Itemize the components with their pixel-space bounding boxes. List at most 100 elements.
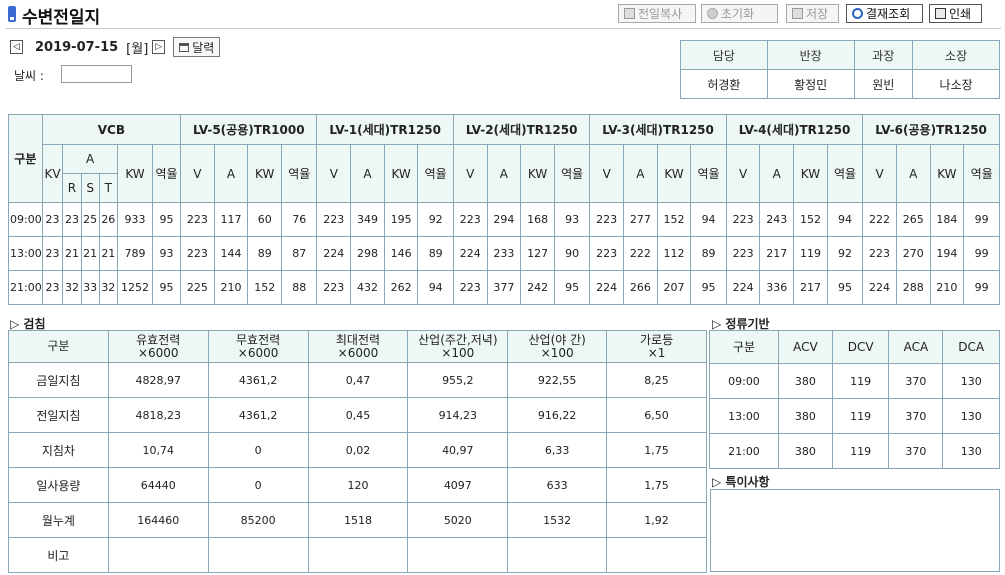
reading-cell[interactable]: 23 [41, 202, 64, 237]
reading-cell[interactable]: 117 [213, 202, 249, 237]
reading-cell[interactable]: 242 [520, 270, 555, 305]
reading-cell[interactable]: 88 [281, 270, 318, 305]
reading-cell[interactable]: 288 [895, 270, 931, 305]
reading-cell[interactable]: 23 [41, 236, 64, 271]
reading-cell[interactable]: 93 [553, 202, 591, 237]
meter-value-cell[interactable]: 0 [207, 467, 309, 503]
meter-value-cell[interactable]: 6,50 [606, 397, 707, 433]
reading-cell[interactable]: 195 [383, 202, 419, 237]
next-day-button[interactable]: ▷ [152, 40, 166, 54]
meter-value-cell[interactable]: 120 [307, 467, 409, 503]
reading-cell[interactable]: 95 [690, 270, 727, 305]
reading-cell[interactable]: 210 [213, 270, 249, 305]
meter-value-cell[interactable]: 8,25 [606, 362, 707, 398]
reading-cell[interactable]: 152 [656, 202, 692, 237]
reading-cell[interactable]: 217 [759, 236, 795, 271]
reading-cell[interactable]: 95 [826, 270, 864, 305]
reading-cell[interactable]: 223 [180, 202, 215, 237]
reading-cell[interactable]: 33 [80, 270, 100, 305]
reading-cell[interactable]: 262 [383, 270, 419, 305]
rectifier-value-cell[interactable]: 130 [942, 433, 1000, 469]
reading-cell[interactable]: 224 [862, 270, 897, 305]
reading-cell[interactable]: 223 [452, 270, 488, 305]
reading-cell[interactable]: 224 [589, 270, 625, 305]
reading-cell[interactable]: 294 [486, 202, 522, 237]
reading-cell[interactable]: 225 [180, 270, 215, 305]
meter-value-cell[interactable]: 1518 [307, 502, 409, 538]
reading-cell[interactable]: 99 [963, 236, 1000, 271]
reading-cell[interactable]: 336 [759, 270, 795, 305]
reading-cell[interactable]: 25 [80, 202, 100, 237]
reading-cell[interactable]: 210 [929, 270, 965, 305]
reading-cell[interactable]: 270 [895, 236, 931, 271]
reading-cell[interactable]: 95 [553, 270, 591, 305]
reading-cell[interactable]: 168 [520, 202, 555, 237]
reading-cell[interactable]: 184 [929, 202, 965, 237]
rectifier-value-cell[interactable]: 119 [831, 398, 890, 434]
save-button[interactable]: 저장 [786, 4, 839, 23]
meter-value-cell[interactable]: 6,33 [507, 432, 608, 468]
reading-cell[interactable]: 233 [486, 236, 522, 271]
reading-cell[interactable]: 32 [62, 270, 82, 305]
reading-cell[interactable]: 207 [656, 270, 692, 305]
reading-cell[interactable]: 265 [895, 202, 931, 237]
reading-cell[interactable]: 152 [793, 202, 828, 237]
reading-cell[interactable]: 94 [417, 270, 454, 305]
reading-cell[interactable]: 222 [623, 236, 658, 271]
reading-cell[interactable]: 223 [180, 236, 215, 271]
weather-input[interactable] [61, 65, 132, 83]
copy-previous-day-button[interactable]: 전일복사 [618, 4, 696, 23]
reading-cell[interactable]: 89 [247, 236, 283, 271]
reading-cell[interactable]: 298 [350, 236, 385, 271]
reading-cell[interactable]: 94 [690, 202, 727, 237]
meter-value-cell[interactable]: 4361,2 [207, 397, 309, 433]
reading-cell[interactable]: 223 [589, 202, 625, 237]
reading-cell[interactable]: 89 [417, 236, 454, 271]
meter-value-cell[interactable]: 85200 [207, 502, 309, 538]
meter-value-cell[interactable] [507, 537, 608, 573]
reading-cell[interactable]: 789 [116, 236, 154, 271]
meter-value-cell[interactable]: 633 [507, 467, 608, 503]
reading-cell[interactable]: 26 [98, 202, 118, 237]
rectifier-value-cell[interactable]: 380 [777, 433, 833, 469]
meter-value-cell[interactable]: 5020 [407, 502, 509, 538]
reading-cell[interactable]: 89 [690, 236, 727, 271]
reading-cell[interactable]: 112 [656, 236, 692, 271]
meter-value-cell[interactable]: 4818,23 [107, 397, 209, 433]
reading-cell[interactable]: 223 [725, 202, 761, 237]
meter-value-cell[interactable]: 1532 [507, 502, 608, 538]
reading-cell[interactable]: 23 [41, 270, 64, 305]
rectifier-value-cell[interactable]: 130 [942, 363, 1000, 399]
meter-value-cell[interactable]: 1,92 [606, 502, 707, 538]
rectifier-value-cell[interactable]: 119 [831, 363, 890, 399]
approval-view-button[interactable]: 결재조회 [846, 4, 923, 23]
reading-cell[interactable]: 119 [793, 236, 828, 271]
reading-cell[interactable]: 152 [247, 270, 283, 305]
reading-cell[interactable]: 266 [623, 270, 658, 305]
reading-cell[interactable]: 87 [281, 236, 318, 271]
reading-cell[interactable]: 224 [452, 236, 488, 271]
reading-cell[interactable]: 224 [725, 270, 761, 305]
rectifier-value-cell[interactable]: 370 [888, 398, 944, 434]
reading-cell[interactable]: 93 [152, 236, 182, 271]
reading-cell[interactable]: 76 [281, 202, 318, 237]
reading-cell[interactable]: 223 [589, 236, 625, 271]
meter-value-cell[interactable]: 40,97 [407, 432, 509, 468]
reading-cell[interactable]: 21 [62, 236, 82, 271]
reading-cell[interactable]: 90 [553, 236, 591, 271]
meter-value-cell[interactable]: 0,02 [307, 432, 409, 468]
reading-cell[interactable]: 94 [826, 202, 864, 237]
reading-cell[interactable]: 377 [486, 270, 522, 305]
notes-textarea[interactable] [710, 489, 1000, 572]
reading-cell[interactable]: 60 [247, 202, 283, 237]
reading-cell[interactable]: 217 [793, 270, 828, 305]
reading-cell[interactable]: 277 [623, 202, 658, 237]
reading-cell[interactable]: 99 [963, 202, 1000, 237]
meter-value-cell[interactable]: 4361,2 [207, 362, 309, 398]
meter-value-cell[interactable]: 916,22 [507, 397, 608, 433]
reading-cell[interactable]: 223 [452, 202, 488, 237]
print-button[interactable]: 인쇄 [929, 4, 982, 23]
meter-value-cell[interactable]: 4097 [407, 467, 509, 503]
reading-cell[interactable]: 349 [350, 202, 385, 237]
meter-value-cell[interactable]: 0 [207, 432, 309, 468]
